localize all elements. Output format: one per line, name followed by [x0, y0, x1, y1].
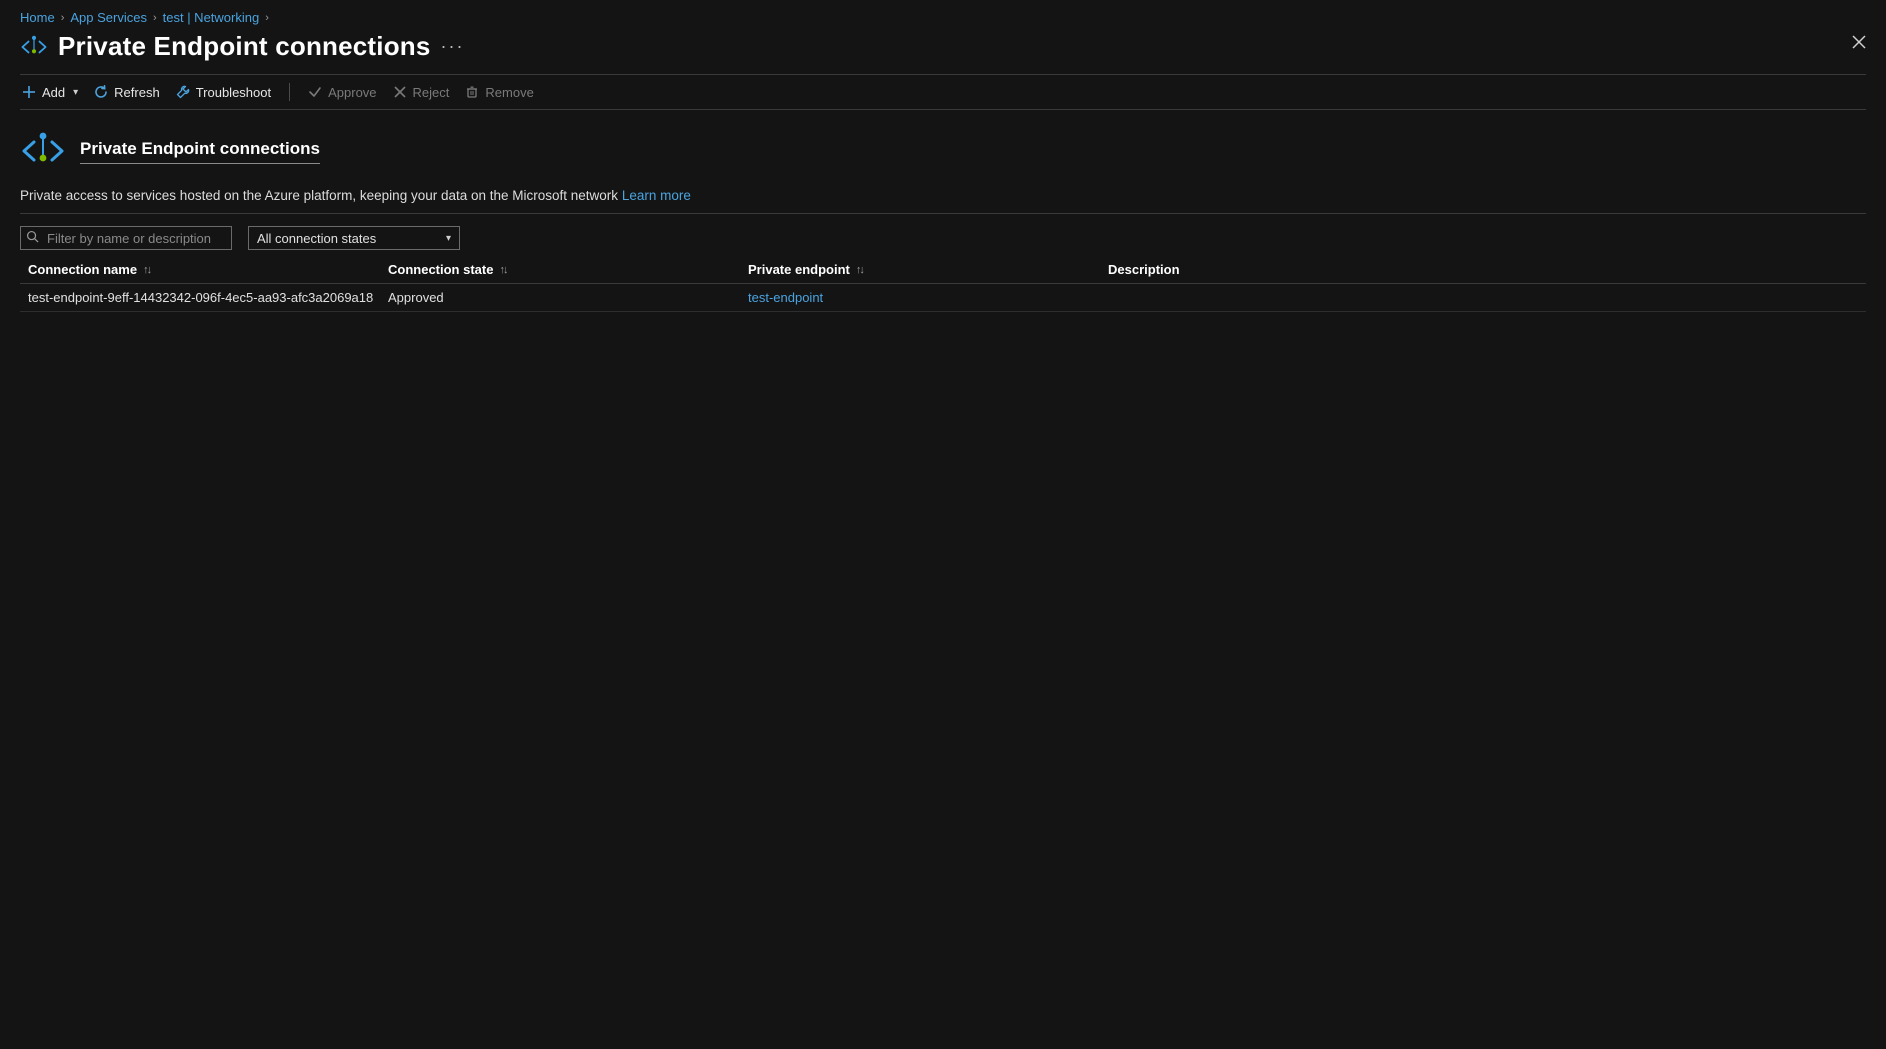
toolbar-separator — [289, 83, 290, 101]
sort-icon: ↑↓ — [143, 264, 150, 276]
troubleshoot-button[interactable]: Troubleshoot — [176, 85, 271, 100]
remove-label: Remove — [485, 85, 533, 100]
private-endpoint-icon — [20, 33, 48, 61]
col-private-endpoint[interactable]: Private endpoint ↑↓ — [748, 262, 1108, 277]
private-endpoint-icon — [20, 128, 66, 174]
approve-label: Approve — [328, 85, 376, 100]
wrench-icon — [176, 85, 190, 99]
chevron-down-icon: ▾ — [446, 233, 451, 244]
more-menu-button[interactable]: ··· — [441, 36, 465, 57]
section-description: Private access to services hosted on the… — [20, 188, 1866, 214]
approve-button: Approve — [308, 85, 376, 100]
toolbar: Add ▾ Refresh Troubleshoot Approve — [20, 74, 1866, 110]
x-icon — [393, 85, 407, 99]
add-button[interactable]: Add ▾ — [22, 85, 78, 100]
state-filter-selected: All connection states — [257, 231, 376, 246]
trash-icon — [465, 85, 479, 99]
sort-icon: ↑↓ — [856, 264, 863, 276]
section-description-text: Private access to services hosted on the… — [20, 188, 622, 203]
breadcrumb-app-services[interactable]: App Services — [70, 10, 147, 25]
chevron-right-icon: › — [61, 12, 65, 24]
refresh-button[interactable]: Refresh — [94, 85, 160, 100]
connections-table: Connection name ↑↓ Connection state ↑↓ P… — [20, 256, 1866, 312]
remove-button: Remove — [465, 85, 533, 100]
breadcrumb-home[interactable]: Home — [20, 10, 55, 25]
col-description[interactable]: Description — [1108, 262, 1858, 277]
learn-more-link[interactable]: Learn more — [622, 188, 691, 203]
col-description-label: Description — [1108, 262, 1180, 277]
sort-icon: ↑↓ — [499, 264, 506, 276]
refresh-label: Refresh — [114, 85, 160, 100]
page-title: Private Endpoint connections — [58, 31, 431, 62]
title-bar: Private Endpoint connections ··· — [20, 31, 1866, 62]
chevron-down-icon: ▾ — [73, 87, 78, 98]
check-icon — [308, 85, 322, 99]
table-header: Connection name ↑↓ Connection state ↑↓ P… — [20, 256, 1866, 284]
col-connection-name-label: Connection name — [28, 262, 137, 277]
reject-button: Reject — [393, 85, 450, 100]
filter-input[interactable] — [20, 226, 232, 250]
add-label: Add — [42, 85, 65, 100]
chevron-right-icon: › — [153, 12, 157, 24]
col-connection-state[interactable]: Connection state ↑↓ — [388, 262, 748, 277]
cell-connection-name: test-endpoint-9eff-14432342-096f-4ec5-aa… — [28, 290, 388, 305]
section-header: Private Endpoint connections — [20, 128, 1866, 174]
cell-connection-state: Approved — [388, 290, 748, 305]
breadcrumb-networking[interactable]: test | Networking — [163, 10, 260, 25]
plus-icon — [22, 85, 36, 99]
section-title: Private Endpoint connections — [80, 139, 320, 164]
close-button[interactable] — [1852, 35, 1866, 52]
table-row[interactable]: test-endpoint-9eff-14432342-096f-4ec5-aa… — [20, 284, 1866, 312]
filter-row: All connection states ▾ — [20, 226, 1866, 250]
cell-private-endpoint-link[interactable]: test-endpoint — [748, 290, 1108, 305]
col-connection-name[interactable]: Connection name ↑↓ — [28, 262, 388, 277]
troubleshoot-label: Troubleshoot — [196, 85, 271, 100]
chevron-right-icon: › — [265, 12, 269, 24]
breadcrumb: Home › App Services › test | Networking … — [20, 10, 1866, 25]
col-private-endpoint-label: Private endpoint — [748, 262, 850, 277]
search-icon — [26, 230, 39, 246]
col-connection-state-label: Connection state — [388, 262, 493, 277]
search-wrapper — [20, 226, 232, 250]
state-filter-dropdown[interactable]: All connection states ▾ — [248, 226, 460, 250]
reject-label: Reject — [413, 85, 450, 100]
refresh-icon — [94, 85, 108, 99]
